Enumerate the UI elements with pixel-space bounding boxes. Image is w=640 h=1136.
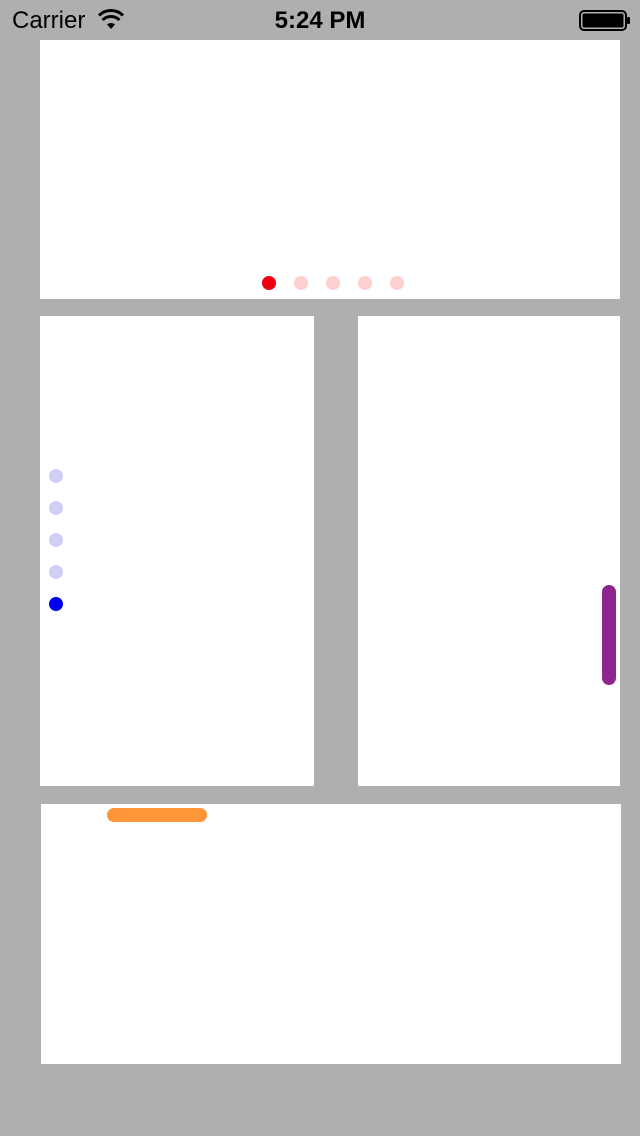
horizontal-scroll-indicator[interactable] [107,808,207,822]
page-dot-3[interactable] [326,276,340,290]
left-panel[interactable] [40,316,314,786]
page-dot-3[interactable] [49,533,63,547]
page-dot-5[interactable] [49,597,63,611]
page-dot-1[interactable] [49,469,63,483]
page-dot-2[interactable] [49,501,63,515]
page-dot-5[interactable] [390,276,404,290]
status-bar: Carrier 5:24 PM [0,0,640,40]
vertical-scroll-indicator[interactable] [602,585,616,685]
battery-icon [579,10,630,31]
top-panel[interactable] [40,40,620,299]
screen: Carrier 5:24 PM [0,0,640,1136]
bottom-panel[interactable] [41,804,621,1064]
page-dot-4[interactable] [49,565,63,579]
right-panel[interactable] [358,316,620,786]
page-control-horizontal[interactable] [262,276,404,290]
page-dot-4[interactable] [358,276,372,290]
page-dot-1[interactable] [262,276,276,290]
status-time: 5:24 PM [274,7,366,34]
page-dot-2[interactable] [294,276,308,290]
page-control-vertical[interactable] [49,469,63,611]
